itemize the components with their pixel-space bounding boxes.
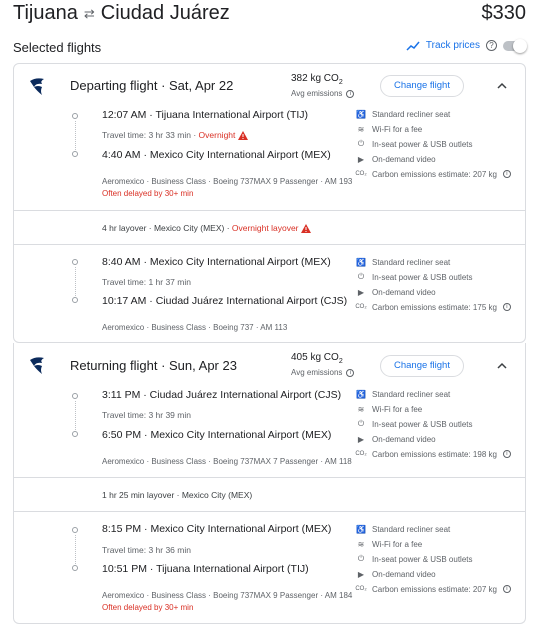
info-icon[interactable]: i [502,303,511,311]
departure-line: 12:07 AM · Tijuana International Airport… [102,109,309,121]
departing-title: Departing flight · Sat, Apr 22 [70,78,234,93]
layover-info: 4 hr layover · Mexico City (MEX) · Overn… [102,223,311,234]
layover-info: 1 hr 25 min layover · Mexico City (MEX) [102,490,253,500]
travel-time: Travel time: 3 hr 39 min [102,410,191,420]
arrival-line: 10:51 PM · Tijuana International Airport… [102,563,309,575]
total-price: $330 [481,2,527,24]
video-icon: ▶ [357,154,365,164]
swap-arrow-icon: ⇄ [83,5,95,21]
seat-icon: ♿ [356,389,366,399]
info-icon[interactable]: i [346,89,355,98]
airline-logo-icon [30,78,44,95]
airline-logo-icon [30,357,44,374]
leg-timeline [71,393,79,438]
info-icon[interactable]: i [346,368,355,377]
flight-details: Aeromexico · Business Class · Boeing 737… [102,457,352,466]
video-icon: ▶ [357,434,365,444]
departure-line: 3:11 PM · Ciudad Juárez International Ai… [102,389,342,401]
wifi-icon: ≋ [357,124,365,134]
wifi-icon: ≋ [357,404,365,414]
delay-warning: Often delayed by 30+ min [102,603,194,612]
origin-city: Tijuana [13,2,78,24]
change-returning-button[interactable]: Change flight [380,355,464,377]
track-prices[interactable]: Track prices ? [406,38,527,53]
warning-icon [237,131,248,141]
departing-emissions: 382 kg CO2 Avg emissions i [291,73,355,99]
info-icon[interactable]: i [502,585,511,593]
track-prices-toggle[interactable] [503,38,527,53]
route-title: Tijuana ⇄ Ciudad Juárez [13,2,230,25]
seat-icon: ♿ [356,524,366,534]
divider [14,210,525,211]
co2-icon: CO₂ [355,451,367,457]
returning-flight-card: Returning flight · Sun, Apr 23 405 kg CO… [13,343,526,624]
selected-flights-heading: Selected flights [13,40,102,55]
co2-icon: CO₂ [355,586,367,592]
returning-emissions: 405 kg CO2 Avg emissions i [291,352,355,378]
info-icon[interactable]: i [502,450,511,458]
help-icon[interactable]: ? [486,40,497,51]
leg-timeline [71,259,79,304]
divider [14,511,525,512]
divider [14,477,525,478]
power-icon: ⏻ [357,419,365,428]
warning-icon [300,224,311,234]
trend-icon [406,41,420,51]
info-icon[interactable]: i [502,170,511,178]
destination-city: Ciudad Juárez [100,2,230,24]
power-icon: ⏻ [357,272,365,281]
travel-time: Travel time: 3 hr 33 min · Overnight [102,130,248,141]
trip-header: Tijuana ⇄ Ciudad Juárez $330 [0,0,539,30]
delay-warning: Often delayed by 30+ min [102,189,194,198]
co2-icon: CO₂ [355,304,367,310]
leg-timeline [71,113,79,158]
chevron-up-icon[interactable] [494,358,510,374]
leg-timeline [71,527,79,572]
departure-line: 8:15 PM · Mexico City International Airp… [102,523,332,535]
departure-line: 8:40 AM · Mexico City International Airp… [102,256,331,268]
flight-details: Aeromexico · Business Class · Boeing 737… [102,177,353,186]
divider [14,244,525,245]
track-prices-label: Track prices [425,40,480,51]
video-icon: ▶ [357,569,365,579]
departing-flight-card: Departing flight · Sat, Apr 22 382 kg CO… [13,63,526,343]
power-icon: ⏻ [357,139,365,148]
seat-icon: ♿ [356,109,366,119]
travel-time: Travel time: 3 hr 36 min [102,545,191,555]
power-icon: ⏻ [357,554,365,563]
video-icon: ▶ [357,287,365,297]
seat-icon: ♿ [356,257,366,267]
returning-title: Returning flight · Sun, Apr 23 [70,358,237,373]
travel-time: Travel time: 1 hr 37 min [102,277,191,287]
arrival-line: 6:50 PM · Mexico City International Airp… [102,429,332,441]
arrival-line: 10:17 AM · Ciudad Juárez International A… [102,295,348,307]
wifi-icon: ≋ [357,539,365,549]
change-departing-button[interactable]: Change flight [380,75,464,97]
chevron-up-icon[interactable] [494,78,510,94]
co2-icon: CO₂ [355,171,367,177]
flight-details: Aeromexico · Business Class · Boeing 737… [102,591,353,600]
flight-details: Aeromexico · Business Class · Boeing 737… [102,323,288,332]
arrival-line: 4:40 AM · Mexico City International Airp… [102,149,331,161]
